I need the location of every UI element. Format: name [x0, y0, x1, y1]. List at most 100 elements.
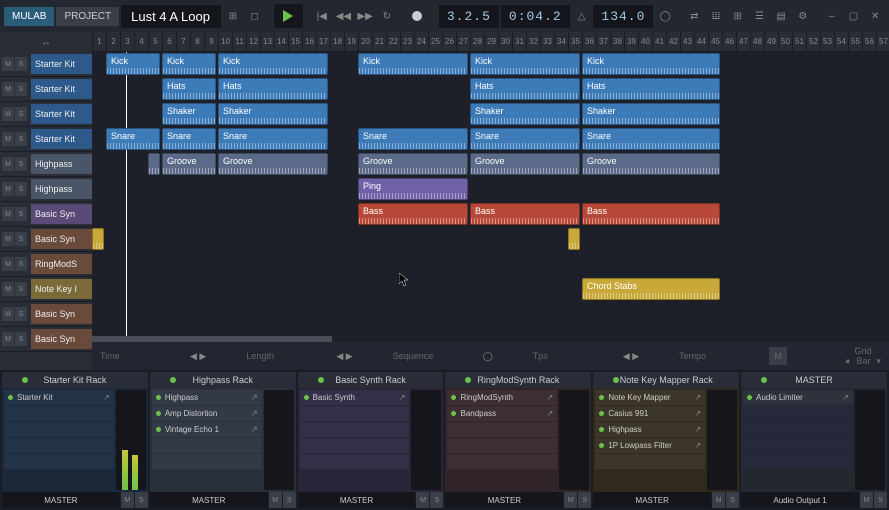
- slot-arrow-icon[interactable]: ↗: [103, 393, 110, 402]
- clip[interactable]: Groove: [162, 153, 216, 175]
- slot-arrow-icon[interactable]: ↗: [694, 393, 701, 402]
- mute-button[interactable]: M: [2, 82, 14, 96]
- rack-meter[interactable]: [559, 390, 589, 490]
- rack-slot[interactable]: Starter Kit↗: [4, 390, 114, 405]
- rack-slot[interactable]: Highpass↗: [152, 390, 262, 405]
- track-name[interactable]: Basic Syn: [31, 329, 92, 349]
- clip[interactable]: Hats: [218, 78, 328, 100]
- ruler-tick[interactable]: 16: [302, 32, 316, 51]
- ruler-tick[interactable]: 35: [568, 32, 582, 51]
- rack-slot[interactable]: RingModSynth↗: [447, 390, 557, 405]
- rack-slot-empty[interactable]: [743, 422, 853, 437]
- clip[interactable]: [148, 153, 160, 175]
- arrows-icon[interactable]: ↔: [41, 37, 51, 48]
- io-icon[interactable]: ⇄: [684, 5, 704, 27]
- rack-solo-button[interactable]: S: [725, 492, 739, 508]
- slot-arrow-icon[interactable]: ↗: [251, 425, 258, 434]
- rack-solo-button[interactable]: S: [429, 492, 443, 508]
- clip[interactable]: Snare: [358, 128, 468, 150]
- rack-meter[interactable]: [855, 390, 885, 490]
- track-name[interactable]: Note Key I: [31, 279, 92, 299]
- mute-button[interactable]: M: [2, 232, 14, 246]
- mute-button[interactable]: M: [2, 257, 14, 271]
- solo-button[interactable]: S: [15, 157, 27, 171]
- track-header[interactable]: MSHighpass: [0, 177, 92, 202]
- ruler-tick[interactable]: 37: [596, 32, 610, 51]
- clip[interactable]: Shaker: [162, 103, 216, 125]
- browser-icon[interactable]: ▤: [771, 5, 791, 27]
- solo-button[interactable]: S: [15, 57, 27, 71]
- ruler-tick[interactable]: 51: [792, 32, 806, 51]
- rack-title[interactable]: MASTER: [741, 372, 887, 388]
- list-view-icon[interactable]: ☰: [750, 5, 770, 27]
- slot-arrow-icon[interactable]: ↗: [399, 393, 406, 402]
- tempo-knob-icon[interactable]: ◯: [655, 5, 675, 27]
- clip[interactable]: Bass: [470, 203, 580, 225]
- ruler-tick[interactable]: 41: [652, 32, 666, 51]
- rack-solo-button[interactable]: S: [577, 492, 591, 508]
- slot-arrow-icon[interactable]: ↗: [251, 409, 258, 418]
- ruler-tick[interactable]: 10: [218, 32, 232, 51]
- clip[interactable]: Groove: [218, 153, 328, 175]
- rack-slot-empty[interactable]: [300, 438, 410, 453]
- mute-button[interactable]: M: [2, 132, 14, 146]
- solo-button[interactable]: S: [15, 132, 27, 146]
- ruler-tick[interactable]: 36: [582, 32, 596, 51]
- track-header[interactable]: MSStarter Kit: [0, 127, 92, 152]
- clip[interactable]: Kick: [106, 53, 160, 75]
- rack-mute-button[interactable]: M: [268, 492, 282, 508]
- horizontal-scrollbar[interactable]: [92, 336, 332, 342]
- ruler-tick[interactable]: 13: [260, 32, 274, 51]
- rack-slot[interactable]: 1P Lowpass Filter↗: [595, 438, 705, 453]
- mixer-view-icon[interactable]: 𝍔: [706, 5, 726, 27]
- rack-slot-empty[interactable]: [447, 422, 557, 437]
- ruler-tick[interactable]: 25: [428, 32, 442, 51]
- track-header[interactable]: MSBasic Syn: [0, 202, 92, 227]
- track-header[interactable]: MS Starter Kit: [0, 52, 92, 77]
- solo-button[interactable]: S: [15, 257, 27, 271]
- ruler-tick[interactable]: 56: [862, 32, 876, 51]
- rack-mute-button[interactable]: M: [415, 492, 429, 508]
- record-button[interactable]: [406, 5, 427, 27]
- rack-slot-empty[interactable]: [300, 406, 410, 421]
- slot-arrow-icon[interactable]: ↗: [694, 425, 701, 434]
- sequence-knob[interactable]: ◯: [483, 351, 493, 362]
- ruler-tick[interactable]: 54: [834, 32, 848, 51]
- clip[interactable]: Bass: [582, 203, 720, 225]
- ruler-tick[interactable]: 48: [750, 32, 764, 51]
- ruler-tick[interactable]: 43: [680, 32, 694, 51]
- track-name[interactable]: Starter Kit: [31, 79, 92, 99]
- ruler-tick[interactable]: 32: [526, 32, 540, 51]
- solo-button[interactable]: S: [15, 307, 27, 321]
- ruler-tick[interactable]: 18: [330, 32, 344, 51]
- go-start-button[interactable]: |◀: [312, 5, 332, 27]
- track-name[interactable]: Starter Kit: [31, 54, 92, 74]
- ruler-tick[interactable]: 40: [638, 32, 652, 51]
- slot-arrow-icon[interactable]: ↗: [547, 393, 554, 402]
- clip[interactable]: Shaker: [470, 103, 580, 125]
- ruler-tick[interactable]: 7: [176, 32, 190, 51]
- ruler-tick[interactable]: 4: [134, 32, 148, 51]
- rack-slot-empty[interactable]: [152, 454, 262, 469]
- clip[interactable]: Hats: [470, 78, 580, 100]
- rack-solo-button[interactable]: S: [873, 492, 887, 508]
- ruler-tick[interactable]: 50: [778, 32, 792, 51]
- rack-slot-empty[interactable]: [447, 438, 557, 453]
- ruler-tick[interactable]: 47: [736, 32, 750, 51]
- ruler-tick[interactable]: 2: [106, 32, 120, 51]
- mute-button[interactable]: M: [2, 57, 14, 71]
- clip[interactable]: Ping: [358, 178, 468, 200]
- clip[interactable]: Chord Stabs: [582, 278, 720, 300]
- ruler-tick[interactable]: 6: [162, 32, 176, 51]
- rack-meter[interactable]: [707, 390, 737, 490]
- solo-button[interactable]: S: [15, 207, 27, 221]
- ruler-tick[interactable]: 22: [386, 32, 400, 51]
- rack-solo-button[interactable]: S: [134, 492, 148, 508]
- clip[interactable]: Kick: [162, 53, 216, 75]
- clip[interactable]: Kick: [470, 53, 580, 75]
- clip[interactable]: Bass: [358, 203, 468, 225]
- ruler-tick[interactable]: 11: [232, 32, 246, 51]
- rack-slot-empty[interactable]: [595, 454, 705, 469]
- mute-button[interactable]: M: [2, 207, 14, 221]
- track-name[interactable]: RingModS: [31, 254, 92, 274]
